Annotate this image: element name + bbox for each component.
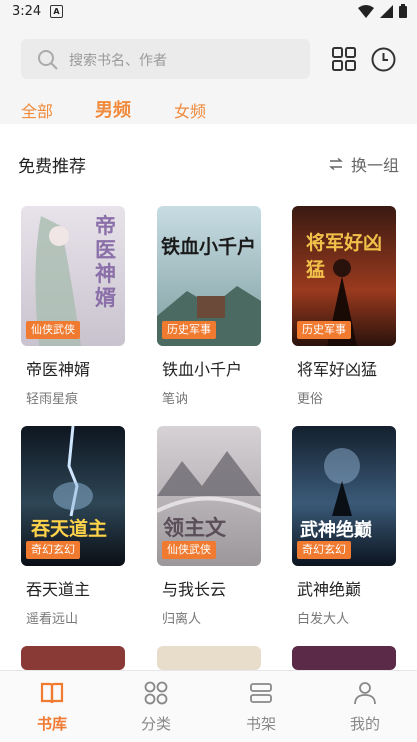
cover-title: 吞天道主 (31, 518, 108, 540)
nav-bookshelf[interactable]: 书架 (209, 671, 313, 742)
book-cover[interactable]: 铁血小千户 历史军事 (157, 206, 261, 346)
top-bar: 搜索书名、作者 全部 男频 女频 (0, 24, 417, 124)
book-card[interactable]: 帝医神婿 仙侠武侠 帝医神婿 轻雨星痕 (21, 206, 125, 407)
channel-tabs: 全部 男频 女频 (0, 96, 417, 124)
refresh-label: 换一组 (350, 156, 399, 175)
cover-title: 帝医神婿 (95, 213, 116, 310)
book-title: 与我长云 (162, 580, 227, 599)
battery-icon (399, 4, 407, 18)
book-title: 吞天道主 (26, 580, 91, 599)
search-placeholder: 搜索书名、作者 (69, 53, 167, 69)
tab-all[interactable]: 全部 (21, 98, 53, 122)
bottom-navigation: 书库 分类 书架 我的 (0, 670, 417, 742)
wifi-icon (358, 4, 374, 18)
book-cover-partial[interactable] (157, 646, 261, 670)
book-title: 武神绝巅 (297, 580, 362, 599)
nav-label: 我的 (349, 715, 380, 733)
nav-label: 书架 (245, 715, 276, 733)
book-icon (40, 682, 64, 704)
nav-category[interactable]: 分类 (104, 671, 208, 742)
book-card[interactable]: 铁血小千户 历史军事 铁血小千户 笔讷 (157, 206, 261, 407)
genre-tag: 历史军事 (297, 321, 351, 339)
book-cover-partial[interactable] (292, 646, 396, 670)
refresh-icon (329, 158, 343, 170)
tab-female[interactable]: 女频 (174, 98, 206, 122)
genre-tag: 历史军事 (162, 321, 216, 339)
profile-icon (354, 682, 376, 705)
system-icons (358, 4, 407, 18)
cover-title: 铁血小千户 (161, 236, 257, 258)
genre-tag: 奇幻玄幻 (297, 541, 351, 559)
refresh-button[interactable]: 换一组 (329, 152, 399, 176)
book-card[interactable]: 吞天道主 奇幻玄幻 吞天道主 遥看远山 (21, 426, 125, 627)
book-cover[interactable]: 武神绝巅 奇幻玄幻 (292, 426, 396, 566)
notification-a-icon: A (50, 5, 63, 18)
genre-tag: 仙侠武侠 (162, 541, 216, 559)
recommend-section: 免费推荐 换一组 帝医神婿 仙侠武侠 帝医神婿 轻雨星痕 铁血小千户 历史军事 (0, 124, 417, 670)
cover-title: 武神绝巅 (300, 520, 372, 541)
genre-tag: 奇幻玄幻 (26, 541, 80, 559)
book-author: 遥看远山 (26, 612, 79, 627)
book-cover[interactable]: 将军好凶猛 历史军事 (292, 206, 396, 346)
book-author: 轻雨星痕 (26, 392, 79, 407)
status-bar: 3:24 A (0, 0, 417, 24)
search-icon (38, 50, 58, 70)
book-title: 将军好凶猛 (297, 360, 378, 379)
book-author: 归离人 (162, 612, 202, 627)
book-title: 铁血小千户 (162, 360, 243, 379)
status-time: 3:24 (12, 4, 42, 19)
cover-title: 将军好凶猛 (306, 232, 383, 281)
nav-label: 书库 (36, 715, 67, 733)
book-title: 帝医神婿 (26, 360, 91, 379)
section-title: 免费推荐 (18, 157, 86, 177)
book-author: 更俗 (297, 392, 324, 407)
nav-label: 分类 (140, 715, 171, 733)
cover-title: 领主文 (163, 515, 226, 540)
book-cover[interactable]: 领主文 仙侠武侠 (157, 426, 261, 566)
book-cover[interactable]: 帝医神婿 仙侠武侠 (21, 206, 125, 346)
book-cover-partial[interactable] (21, 646, 125, 670)
nav-library[interactable]: 书库 (0, 671, 104, 742)
book-card[interactable]: 领主文 仙侠武侠 与我长云 归离人 (157, 426, 261, 627)
book-card[interactable]: 将军好凶猛 历史军事 将军好凶猛 更俗 (292, 206, 396, 407)
grid-view-icon[interactable] (332, 47, 356, 71)
genre-tag: 仙侠武侠 (26, 321, 80, 339)
category-icon (144, 681, 168, 705)
book-author: 白发大人 (297, 612, 350, 627)
nav-profile[interactable]: 我的 (313, 671, 417, 742)
tab-male[interactable]: 男频 (95, 96, 131, 122)
book-author: 笔讷 (162, 392, 189, 407)
bookshelf-icon (250, 683, 272, 703)
book-card[interactable]: 武神绝巅 奇幻玄幻 武神绝巅 白发大人 (292, 426, 396, 627)
history-clock-icon[interactable] (371, 47, 396, 72)
book-cover[interactable]: 吞天道主 奇幻玄幻 (21, 426, 125, 566)
search-box[interactable]: 搜索书名、作者 (21, 39, 310, 79)
signal-icon (380, 4, 393, 18)
